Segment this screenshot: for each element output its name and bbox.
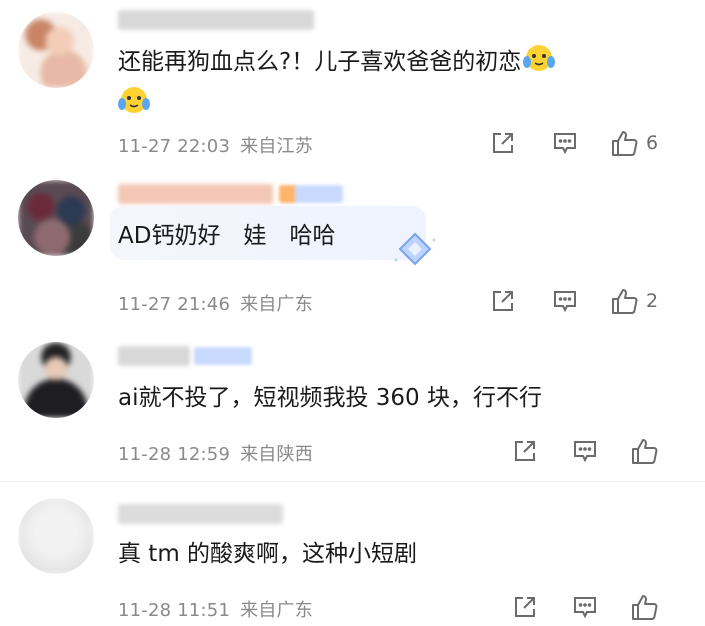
diamond-decoration-icon bbox=[392, 230, 438, 274]
avatar[interactable] bbox=[18, 342, 94, 418]
share-button[interactable] bbox=[490, 288, 516, 314]
share-icon bbox=[490, 130, 516, 156]
reply-button[interactable] bbox=[552, 130, 578, 156]
comment-item: ai就不投了，短视频我投 360 块，行不行 11-28 12:59 来自陕西 bbox=[0, 330, 705, 480]
user-badge bbox=[279, 185, 343, 203]
comment-item: 真 tm 的酸爽啊，这种小短剧 11-28 11:51 来自广东 bbox=[0, 482, 705, 626]
reply-button[interactable] bbox=[572, 438, 598, 464]
comment-item: 还能再狗血点么?！儿子喜欢爸爸的初恋 11-27 22:03 来自江苏 6 bbox=[0, 0, 705, 170]
like-button[interactable] bbox=[630, 592, 660, 622]
comment-location: 来自广东 bbox=[240, 600, 313, 621]
thumbs-up-icon bbox=[630, 436, 660, 466]
comment-location: 来自陕西 bbox=[240, 444, 313, 465]
like-count: 6 bbox=[646, 132, 659, 154]
comment-time: 11-28 11:51 bbox=[118, 600, 231, 621]
reply-button[interactable] bbox=[572, 594, 598, 620]
username-blurred[interactable] bbox=[118, 184, 273, 204]
user-badge bbox=[194, 347, 252, 365]
comment-meta: 11-27 22:03 来自江苏 bbox=[118, 132, 313, 158]
comment-meta: 11-27 21:46 来自广东 bbox=[118, 290, 313, 316]
comment-location: 来自广东 bbox=[240, 294, 313, 315]
thumbs-up-icon bbox=[610, 286, 640, 316]
comment-text: 真 tm 的酸爽啊，这种小短剧 bbox=[118, 536, 417, 572]
share-button[interactable] bbox=[490, 130, 516, 156]
share-button[interactable] bbox=[512, 594, 538, 620]
comment-icon bbox=[552, 288, 578, 314]
reply-button[interactable] bbox=[552, 288, 578, 314]
comment-text: AD钙奶好 娃 哈哈 bbox=[118, 218, 335, 254]
share-icon bbox=[512, 594, 538, 620]
comment-meta: 11-28 12:59 来自陕西 bbox=[118, 440, 313, 466]
comment-item: AD钙奶好 娃 哈哈 11-27 21:46 来自广东 2 bbox=[0, 170, 705, 330]
comment-text-content: 还能再狗血点么?！儿子喜欢爸爸的初恋 bbox=[118, 49, 522, 75]
comment-time: 11-27 22:03 bbox=[118, 136, 231, 157]
share-icon bbox=[490, 288, 516, 314]
like-button[interactable]: 2 bbox=[610, 286, 658, 316]
like-button[interactable] bbox=[630, 436, 660, 466]
like-count: 2 bbox=[646, 290, 659, 312]
comment-text: 还能再狗血点么?！儿子喜欢爸爸的初恋 bbox=[118, 42, 557, 83]
crying-face-emoji-icon bbox=[521, 42, 557, 83]
comment-time: 11-28 12:59 bbox=[118, 444, 231, 465]
comment-text-content: 真 tm 的酸爽啊，这种小短剧 bbox=[118, 541, 418, 567]
comment-location: 来自江苏 bbox=[240, 136, 313, 157]
comment-text-content: ai就不投了，短视频我投 360 块，行不行 bbox=[118, 385, 543, 411]
avatar[interactable] bbox=[18, 498, 94, 574]
avatar[interactable] bbox=[18, 180, 94, 256]
avatar[interactable] bbox=[18, 12, 94, 88]
like-button[interactable]: 6 bbox=[610, 128, 658, 158]
username-blurred[interactable] bbox=[118, 10, 314, 30]
comment-icon bbox=[572, 594, 598, 620]
crying-face-emoji-icon bbox=[116, 84, 152, 118]
comment-text-content: AD钙奶好 娃 哈哈 bbox=[118, 223, 336, 249]
comment-text: ai就不投了，短视频我投 360 块，行不行 bbox=[118, 380, 542, 416]
comment-icon bbox=[552, 130, 578, 156]
share-icon bbox=[512, 438, 538, 464]
username-blurred[interactable] bbox=[118, 346, 190, 366]
thumbs-up-icon bbox=[630, 592, 660, 622]
comment-icon bbox=[572, 438, 598, 464]
comment-meta: 11-28 11:51 来自广东 bbox=[118, 596, 313, 622]
thumbs-up-icon bbox=[610, 128, 640, 158]
comment-time: 11-27 21:46 bbox=[118, 294, 231, 315]
username-blurred[interactable] bbox=[118, 504, 283, 524]
share-button[interactable] bbox=[512, 438, 538, 464]
